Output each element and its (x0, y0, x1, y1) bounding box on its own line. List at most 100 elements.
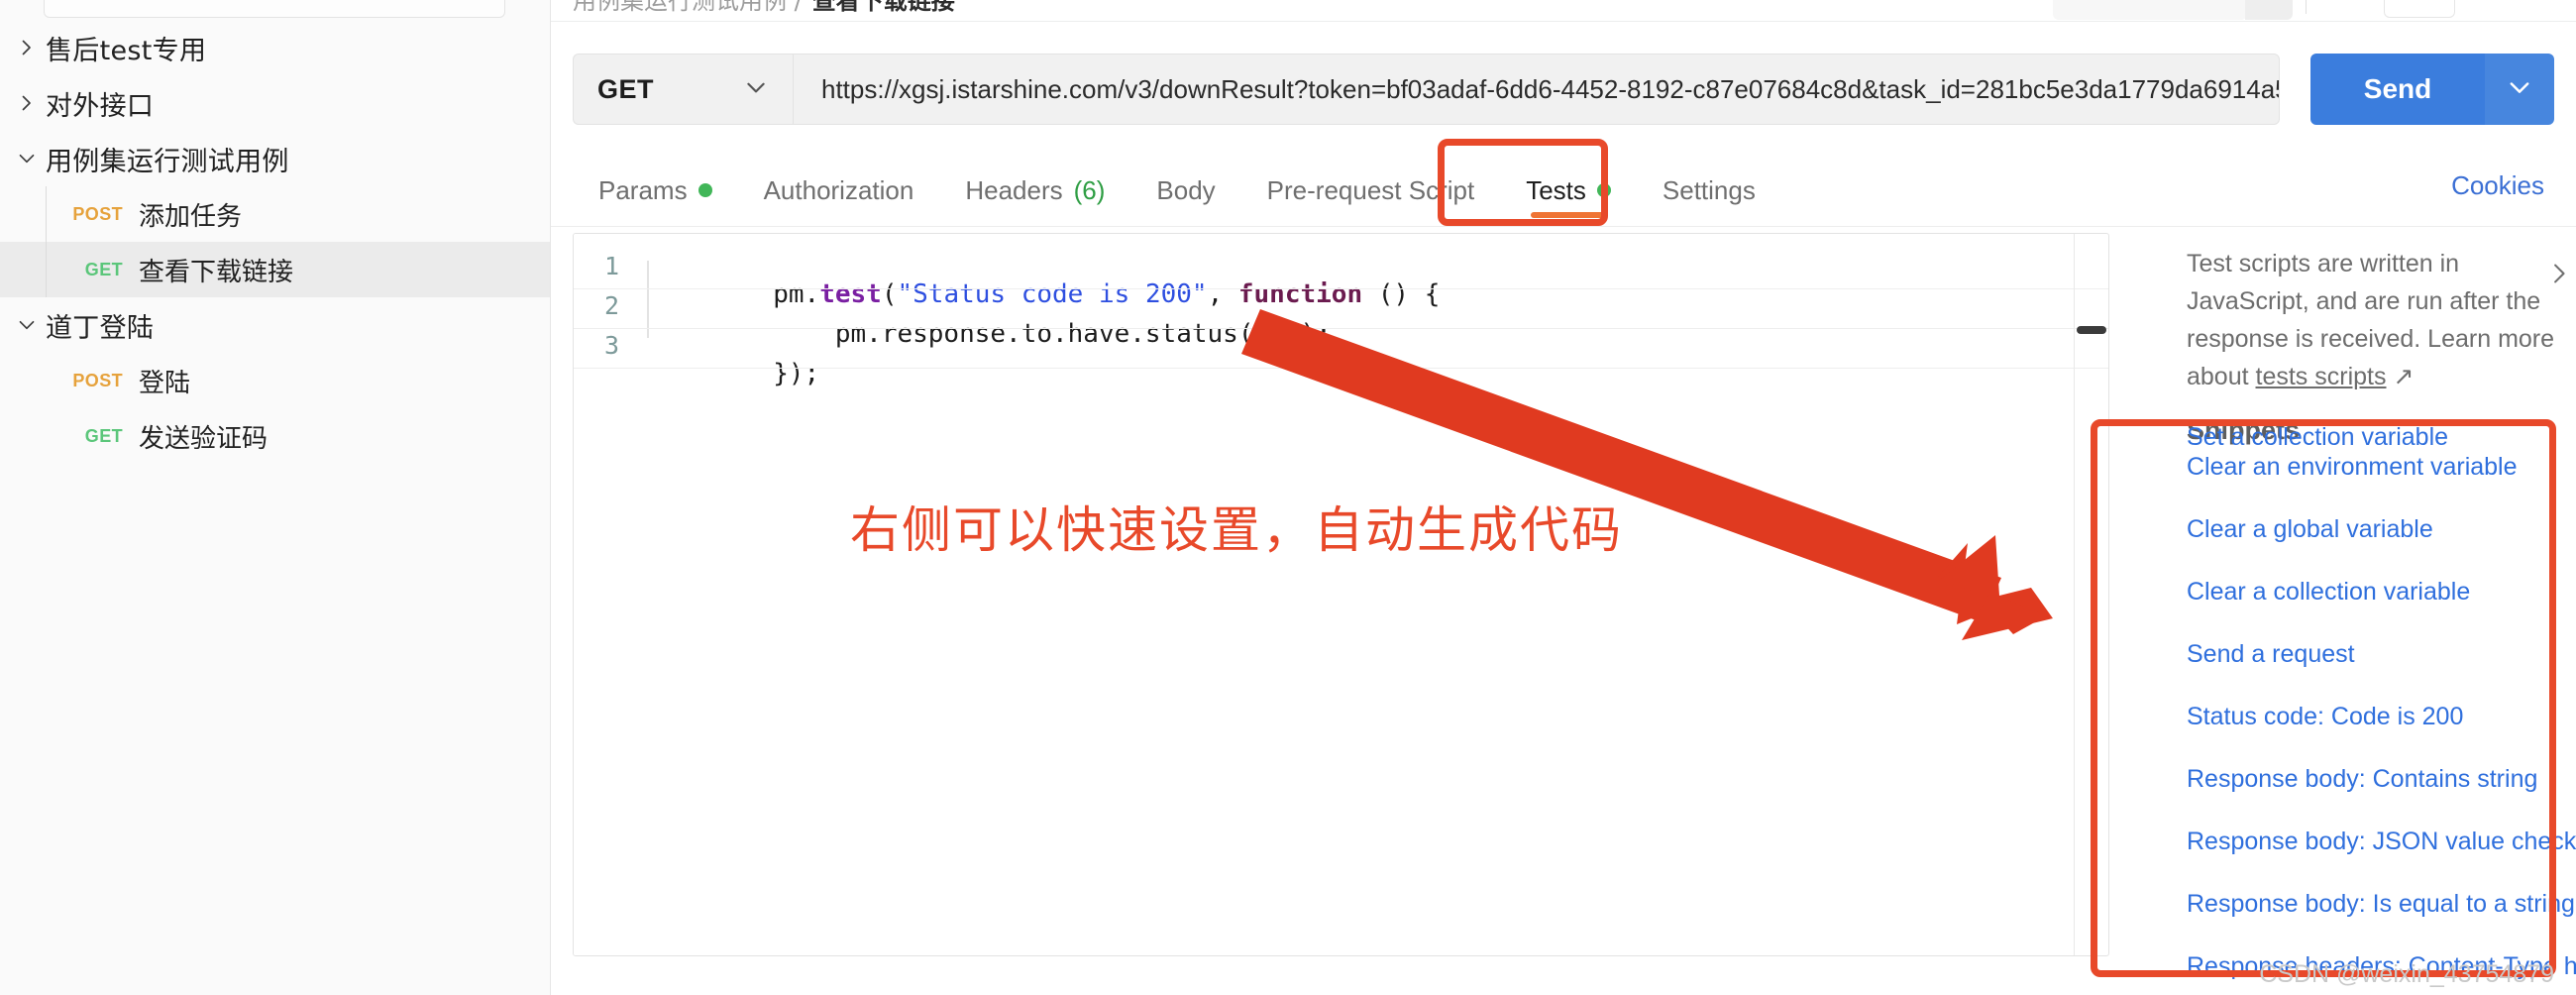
tree-indent-guide (46, 186, 47, 242)
request-method-badge: POST (72, 370, 123, 390)
tree-folder-row[interactable]: 售后test专用 (0, 20, 550, 75)
send-button-label: Send (2363, 73, 2432, 104)
annotation-note-text: 右侧可以快速设置，自动生成代码 (850, 501, 1623, 559)
http-method-select[interactable]: GET (573, 54, 793, 125)
tree-folder-row[interactable]: 用例集运行测试用例 (0, 131, 550, 186)
code-token: () { (1362, 279, 1441, 309)
tree-folder-label: 对外接口 (46, 90, 155, 122)
editor-line-number: 3 (603, 331, 619, 360)
tab-label: Params (598, 174, 688, 205)
url-bar: GET https://xgsj.istarshine.com/v3/downR… (573, 54, 2554, 125)
tree-folder-label: 道丁登陆 (46, 312, 155, 344)
chevron-down-icon[interactable] (8, 149, 46, 168)
tab-body[interactable]: Body (1130, 155, 1240, 226)
tab-tests[interactable]: Tests (1500, 155, 1637, 226)
chevron-right-icon[interactable] (8, 38, 46, 57)
chevron-right-icon[interactable] (2546, 261, 2572, 291)
http-method-value: GET (597, 73, 655, 104)
tab-headers-count: (6) (1073, 174, 1106, 205)
snippet-item[interactable]: Response body: Contains string (2187, 765, 2576, 794)
toolbar-divider (2306, 0, 2307, 14)
snippet-item[interactable]: Status code: Code is 200 (2187, 703, 2576, 731)
code-token: pm.response.to.have.status( (773, 319, 1254, 349)
snippet-item[interactable]: Clear a collection variable (2187, 578, 2576, 607)
url-input-value: https://xgsj.istarshine.com/v3/downResul… (821, 73, 2280, 104)
tab-label: Body (1156, 174, 1216, 205)
tab-label: Settings (1662, 174, 1756, 205)
code-token: ); (1300, 319, 1332, 349)
editor-horizontal-scrollbar[interactable] (2077, 326, 2106, 334)
tree-folder-label: 用例集运行测试用例 (46, 146, 289, 177)
tree-folder-label: 售后test专用 (46, 35, 207, 66)
tab-active-underline (1531, 212, 1607, 218)
tree-request-row[interactable]: GET 发送验证码 (0, 408, 550, 464)
cookies-link[interactable]: Cookies (2451, 170, 2544, 201)
tree-indent-guide (46, 242, 47, 297)
tab-headers[interactable]: Headers (6) (939, 155, 1130, 226)
code-token: }); (773, 359, 820, 388)
tree-request-label: 添加任务 (139, 201, 243, 232)
request-method-badge: GET (84, 425, 123, 446)
comment-icon (2405, 0, 2434, 4)
tree-request-label: 查看下载链接 (139, 257, 294, 287)
tab-settings[interactable]: Settings (1637, 155, 1781, 226)
request-method-badge: GET (84, 259, 123, 279)
collections-tree: 售后test专用 对外接口 用例集运行测试用例 POST 添加任务 GET 查看… (0, 20, 550, 464)
breadcrumb-current: 查看下载链接 (811, 0, 955, 14)
snippet-item[interactable]: Clear a global variable (2187, 515, 2576, 544)
url-input[interactable]: https://xgsj.istarshine.com/v3/downResul… (793, 54, 2280, 125)
code-token: 200 (1253, 319, 1301, 349)
tab-indicator-dot (1596, 183, 1611, 197)
chat-button[interactable] (2471, 0, 2542, 18)
editor-row-divider (574, 368, 2108, 369)
tab-pre-request-script[interactable]: Pre-request Script (1241, 155, 1501, 226)
external-link-icon: ↗ (2393, 363, 2415, 390)
tree-request-label: 登陆 (139, 368, 191, 398)
chat-icon (2492, 0, 2522, 4)
chevron-down-icon[interactable] (8, 315, 46, 335)
tab-label: Authorization (763, 174, 914, 205)
tree-folder-row[interactable]: 对外接口 (0, 75, 550, 131)
tab-label: Pre-request Script (1266, 174, 1475, 205)
save-button[interactable]: Save (2053, 0, 2247, 20)
editor-line-number: 1 (603, 252, 619, 280)
snippet-item[interactable]: Response body: JSON value check (2187, 828, 2576, 856)
tree-request-label: 发送验证码 (139, 423, 268, 454)
tests-help-description: Test scripts are written in JavaScript, … (2187, 245, 2576, 395)
tab-params[interactable]: Params (573, 155, 738, 226)
search-input[interactable] (44, 0, 505, 18)
tree-folder-row[interactable]: 道丁登陆 (0, 297, 550, 353)
editor-right-rule (2074, 234, 2075, 955)
save-icon (2101, 0, 2127, 6)
tree-request-row-selected[interactable]: GET 查看下载链接 (0, 242, 550, 297)
send-button[interactable]: Send (2310, 54, 2485, 125)
save-dropdown-button[interactable] (2245, 0, 2293, 20)
snippets-list: Set a collection variable Clear an envir… (2187, 423, 2576, 995)
tests-scripts-link[interactable]: tests scripts (2256, 363, 2387, 390)
tree-request-row[interactable]: POST 添加任务 (0, 186, 550, 242)
request-tabs: Params Authorization Headers (6) Body Pr… (573, 155, 1781, 226)
watermark: CSDN @weixin_43754879 (2259, 960, 2554, 988)
request-method-badge: POST (72, 203, 123, 224)
chevron-right-icon[interactable] (8, 93, 46, 113)
editor-line-number: 2 (603, 291, 619, 320)
save-button-label: Save (2141, 0, 2199, 4)
toolbar-bottom-divider (551, 21, 2576, 22)
postman-app-window: 售后test专用 对外接口 用例集运行测试用例 POST 添加任务 GET 查看… (0, 0, 2576, 995)
editor-code-line: }); (649, 329, 819, 418)
snippet-item[interactable]: Send a request (2187, 640, 2576, 669)
send-dropdown-button[interactable] (2485, 54, 2554, 125)
tree-request-row[interactable]: POST 登陆 (0, 353, 550, 408)
tab-label: Tests (1526, 174, 1586, 205)
chevron-down-icon (2506, 73, 2533, 106)
comment-button[interactable] (2384, 0, 2455, 18)
tests-code-editor[interactable]: 1 2 3 pm.test("Status code is 200", func… (573, 233, 2109, 956)
chevron-down-icon[interactable] (743, 74, 769, 105)
snippet-item[interactable]: Response body: Is equal to a string (2187, 890, 2576, 919)
snippet-item[interactable]: Clear an environment variable (2187, 453, 2576, 482)
tab-authorization[interactable]: Authorization (738, 155, 940, 226)
breadcrumb-path: 用例集运行测试用例 / (573, 0, 803, 14)
tabs-bottom-divider (551, 226, 2576, 227)
tab-label: Headers (965, 174, 1063, 205)
snippet-item[interactable]: Set a collection variable (2187, 423, 2448, 452)
